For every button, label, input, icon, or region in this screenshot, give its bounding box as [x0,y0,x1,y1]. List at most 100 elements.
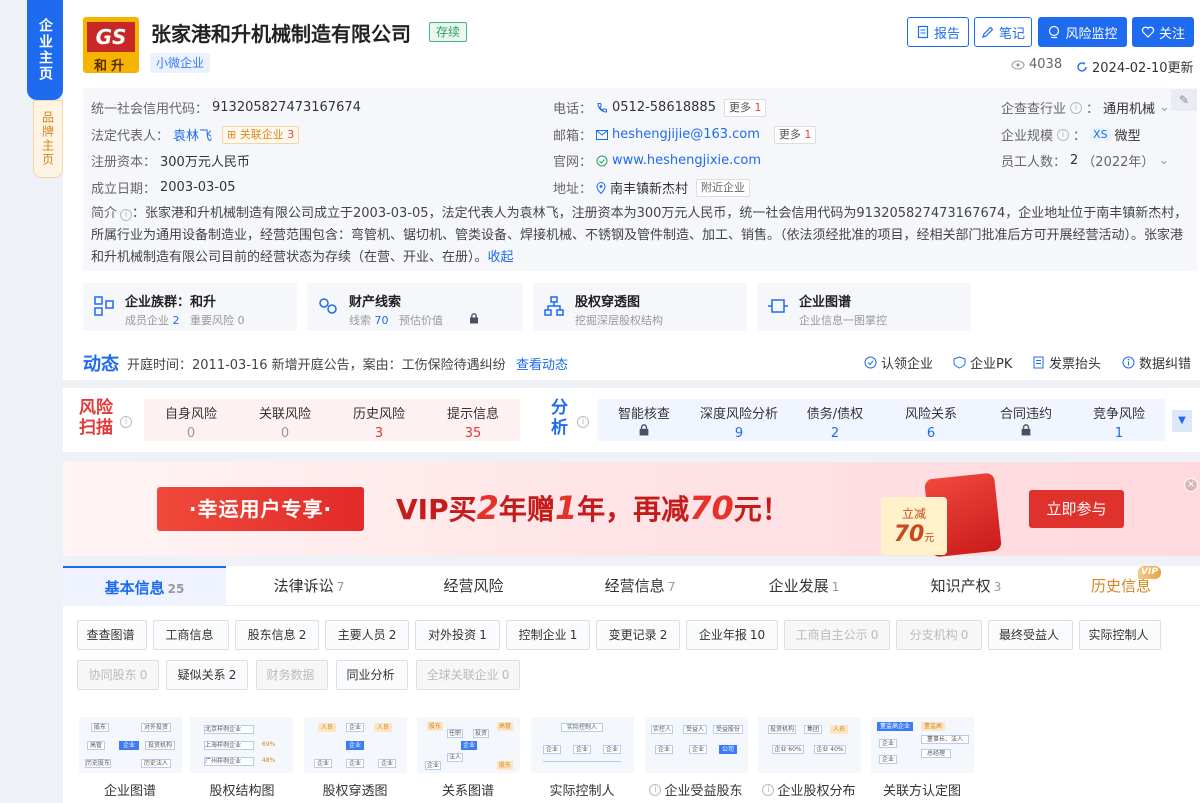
data-correction-button[interactable]: 数据纠错 [1122,353,1191,372]
risk-monitor-button[interactable]: 风险监控 [1038,17,1127,47]
related-companies-tag[interactable]: ⊞ 关联企业 3 [222,125,300,144]
help-icon[interactable]: i [577,416,589,428]
connector-line [543,761,621,762]
help-icon[interactable]: i [1057,128,1070,141]
subnav-chip[interactable]: 最终受益人 [988,620,1073,650]
diagram-label[interactable]: 股权结构图 [187,780,297,799]
help-icon[interactable]: i [120,209,133,221]
tab-development[interactable]: 企业发展 1 [722,566,886,606]
subnav-chip[interactable]: 主要人员 2 [325,620,409,650]
legal-rep-link[interactable]: 袁林飞 [173,125,212,144]
subnav-chip[interactable]: 控制企业 1 [506,620,590,650]
lock-icon [1021,424,1031,436]
subnav-chip[interactable]: 协同股东 0 [77,660,159,690]
phone-more-button[interactable]: 更多 1 [723,98,767,117]
subnav-chip[interactable]: 分支机构 0 [896,620,982,650]
subnav-chip[interactable]: 工商自主公示 0 [784,620,890,650]
tab-business-risk[interactable]: 经营风险 [392,566,558,606]
collapse-link[interactable]: 收起 [488,250,514,265]
diagram-label[interactable]: 股权穿透图 [300,780,410,799]
tab-basic-info[interactable]: 基本信息 25 [63,566,226,606]
help-icon[interactable]: i [120,416,132,428]
subnav-chip[interactable]: 对外投资 1 [415,620,500,650]
notes-button[interactable]: 笔记 [974,17,1032,47]
subnav-chip[interactable]: 全球关联企业 0 [416,660,520,690]
subnav-chip[interactable]: 疑似关系 2 [166,660,248,690]
status-badge: 存续 [429,22,468,42]
diagram-label[interactable]: i 企业受益股东 [641,780,751,799]
invoice-icon [1033,356,1044,369]
diagram-thumb-equity-penetration[interactable]: 人员 企业 人员 企业 企业 企业 企业 [304,717,407,773]
pencil-icon [982,26,994,38]
mail-icon [596,129,609,140]
analysis-contract-default[interactable]: 合同违约 [979,399,1073,441]
diagram-thumb-related-party[interactable]: 董监高企业 董监高 企业 董事长、法人 企业 总经理 [871,717,974,773]
subnav-chip[interactable]: 同业分析 [336,660,408,690]
update-time[interactable]: 2024-02-10更新 [1076,57,1194,76]
diagram-label[interactable]: i 企业股权分布 [754,780,864,799]
diagram-thumb-beneficial-owner[interactable]: 实控人 受益人 受益股份 企业 企业 公司 [645,717,748,773]
analysis-debt[interactable]: 债务/债权 2 [787,399,883,441]
monitor-icon [1049,25,1060,39]
subnav-chip[interactable]: 实际控制人 [1079,620,1161,650]
scale-tag[interactable]: 小微企业 [150,53,211,73]
claim-icon [864,356,877,369]
banner-close-icon[interactable]: ✕ [1184,478,1198,492]
diagram-thumb-equity-structure[interactable]: 北京样例企业 上海样例企业 广州样例企业 69% 48% [190,717,293,773]
tab-lawsuits[interactable]: 法律诉讼 7 [226,566,392,606]
chevron-down-icon[interactable]: ⌄ [1158,153,1169,168]
analysis-risk-relation[interactable]: 风险关系 6 [883,399,979,441]
diagram-thumb-actual-controller[interactable]: 实际控制人 企业 企业 企业 [531,717,634,773]
expand-analysis-button[interactable]: ▼ [1172,410,1192,432]
tab-history[interactable]: 历史信息 [1046,566,1196,606]
company-pk-button[interactable]: 企业PK [953,353,1012,372]
company-name: 张家港和升机械制造有限公司 [151,22,411,46]
subnav-chip[interactable]: 企业年报 10 [686,620,778,650]
tab-brand-home[interactable]: 品牌主页 [33,100,63,178]
feature-company-graph[interactable]: 企业图谱 企业信息一图掌控 [757,283,971,331]
feature-equity-penetration[interactable]: 股权穿透图 挖掘深层股权结构 [533,283,747,331]
tab-business-info[interactable]: 经营信息 7 [558,566,722,606]
subnav-chip[interactable]: 查查图谱 [77,620,147,650]
subnav-chip[interactable]: 工商信息 [153,620,229,650]
analysis-deep-risk[interactable]: 深度风险分析 9 [691,399,787,441]
risk-notice[interactable]: 提示信息 35 [426,399,520,441]
group-icon [94,296,114,316]
report-button[interactable]: 报告 [907,17,969,47]
feature-company-group[interactable]: 企业族群：和升 成员企业 2 重要风险 0 [83,283,297,331]
claim-company-button[interactable]: 认领企业 [864,353,933,372]
join-now-button[interactable]: 立即参与 [1029,490,1124,528]
diagram-thumb-relations[interactable]: 股东 任职 投资 企业 高管 法人 企业 股东 [417,717,520,773]
diagram-label[interactable]: 实际控制人 [527,780,637,799]
follow-button[interactable]: 关注 [1132,17,1194,47]
feature-property-clues[interactable]: 财产线索 线索 70 预估价值 [307,283,523,331]
help-icon[interactable]: i [1070,101,1083,114]
risk-related[interactable]: 关联风险 0 [238,399,332,441]
diagram-label[interactable]: 关联方认定图 [867,780,977,799]
email-more-button[interactable]: 更多 1 [773,125,817,144]
help-icon[interactable]: i [649,783,662,796]
subnav-chip[interactable]: 财务数据 [256,660,328,690]
diagram-label[interactable]: 关系图谱 [413,780,523,799]
phone-row: 电话： 0512-58618885 更多 1 [553,98,767,117]
subnav-chip[interactable]: 股东信息 2 [235,620,319,650]
view-dynamic-link[interactable]: 查看动态 [516,354,568,373]
heart-icon [1141,26,1155,38]
risk-self[interactable]: 自身风险 0 [144,399,238,441]
risk-history[interactable]: 历史风险 3 [332,399,426,441]
diagram-thumb-equity-distribution[interactable]: 投资机构 集团 人员 企业 60% 企业 40% [758,717,861,773]
edit-corner-icon[interactable]: ✎ [1171,89,1197,111]
invoice-title-button[interactable]: 发票抬头 [1032,353,1101,372]
dynamic-label: 动态 [83,354,119,375]
diagram-thumb-company-graph[interactable]: 股东 对外投资 高管 企业 投资机构 历史股东 历史法人 [79,717,182,773]
risk-scan-title: 风险扫描 [79,398,113,438]
help-icon[interactable]: i [762,783,775,796]
diagram-label[interactable]: 企业图谱 [75,780,185,799]
analysis-smart-check[interactable]: 智能核查 [597,399,691,441]
analysis-competition[interactable]: 竞争风险 1 [1073,399,1165,441]
tab-ip[interactable]: 知识产权 3 [886,566,1046,606]
nearby-companies-button[interactable]: 附近企业 [696,178,751,197]
chevron-down-icon[interactable]: ⌄ [1159,100,1170,115]
subnav-chip[interactable]: 变更记录 2 [596,620,680,650]
tab-company-home[interactable]: 企业主页 [27,0,63,100]
